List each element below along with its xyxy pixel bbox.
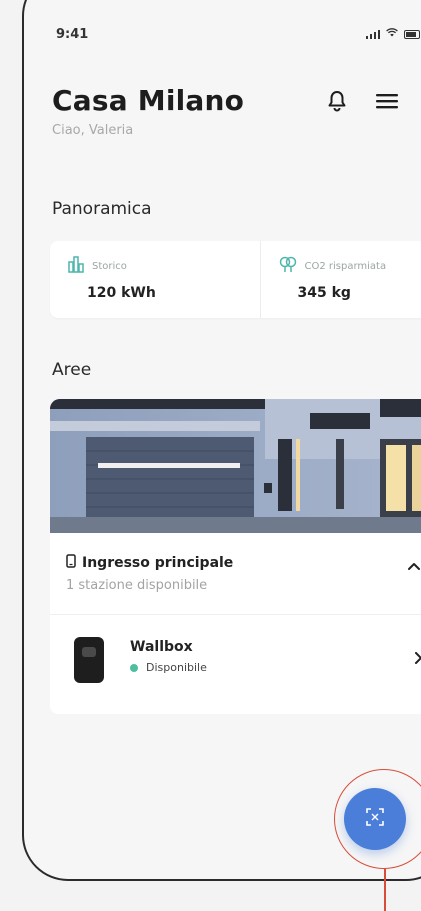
callout-line [384, 869, 386, 911]
overview-card: Storico 120 kWh CO2 risparmiata 345 kg [50, 241, 421, 318]
battery-icon [404, 29, 420, 39]
overview-item-co2[interactable]: CO2 risparmiata 345 kg [259, 241, 421, 318]
overview-label: CO2 risparmiata [304, 260, 387, 272]
station-status: Disponibile [146, 661, 207, 674]
overview-value: 345 kg [297, 285, 351, 301]
status-dot [130, 663, 138, 672]
areas-title: Aree [52, 360, 92, 380]
overview-title: Panoramica [52, 199, 152, 219]
status-bar: 9:41 [56, 22, 421, 46]
chevron-up-icon[interactable] [408, 555, 420, 574]
status-icons [366, 28, 420, 40]
area-name: Ingresso principale [82, 554, 234, 571]
status-time: 9:41 [56, 26, 89, 42]
area-row[interactable]: Ingresso principale 1 stazione disponibi… [50, 533, 421, 615]
bell-icon[interactable] [326, 90, 348, 112]
menu-icon[interactable] [376, 90, 398, 112]
overview-item-storico[interactable]: Storico 120 kWh [50, 241, 260, 318]
scan-button[interactable] [344, 788, 406, 850]
station-name: Wallbox [130, 639, 193, 655]
header: Casa Milano Ciao, Valeria [52, 84, 421, 138]
wifi-icon [386, 28, 398, 40]
phone-frame: 9:41 Casa Milano Ciao, Valeria Panoramic… [22, 0, 421, 881]
scan-icon [365, 807, 385, 831]
page-title: Casa Milano [52, 84, 245, 117]
overview-value: 120 kWh [87, 285, 156, 301]
building-chart-icon [68, 255, 84, 277]
screen: 9:41 Casa Milano Ciao, Valeria Panoramic… [0, 0, 421, 911]
phone-icon [66, 553, 76, 572]
area-card: Ingresso principale 1 stazione disponibi… [50, 399, 421, 714]
signal-icon [366, 29, 380, 39]
area-photo [50, 399, 421, 533]
greeting: Ciao, Valeria [52, 123, 134, 138]
chevron-right-icon[interactable] [414, 649, 421, 668]
station-row[interactable]: Wallbox Disponibile [50, 615, 421, 713]
tree-icon [279, 255, 297, 277]
area-subtitle: 1 stazione disponibile [66, 578, 208, 593]
overview-label: Storico [92, 260, 127, 272]
wallbox-device-icon [74, 637, 104, 683]
